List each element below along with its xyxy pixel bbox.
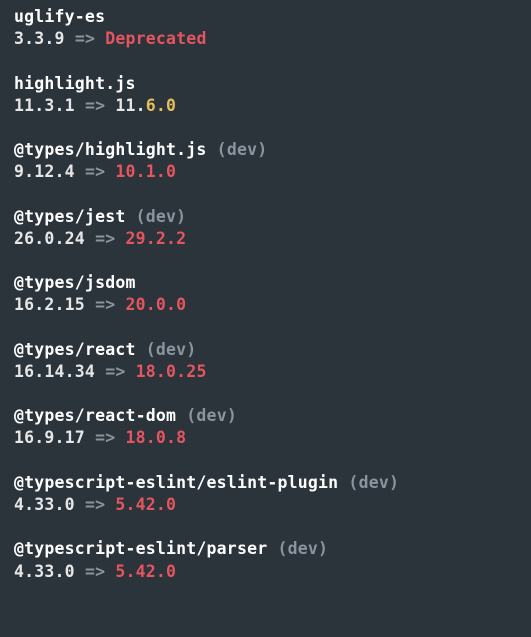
package-name: @typescript-eslint/eslint-plugin <box>14 473 338 492</box>
package-entry: @types/react-dom (dev)16.9.17 => 18.0.8 <box>14 405 517 450</box>
target-version: 11.6.0 <box>115 96 176 115</box>
package-entry: @typescript-eslint/parser (dev)4.33.0 =>… <box>14 538 517 583</box>
current-version: 4.33.0 <box>14 495 75 514</box>
version-line: 26.0.24 => 29.2.2 <box>14 228 517 250</box>
current-version: 16.2.15 <box>14 295 85 314</box>
version-segment: 10.1.0 <box>115 162 176 181</box>
version-line: 16.14.34 => 18.0.25 <box>14 361 517 383</box>
package-name: @types/jest <box>14 207 125 226</box>
version-line: 16.9.17 => 18.0.8 <box>14 427 517 449</box>
package-entry: highlight.js 11.3.1 => 11.6.0 <box>14 73 517 118</box>
package-entry: @types/jsdom 16.2.15 => 20.0.0 <box>14 272 517 317</box>
package-name: @types/highlight.js <box>14 140 207 159</box>
dev-tag: (dev) <box>338 473 399 492</box>
version-segment: 18.0.25 <box>136 362 207 381</box>
version-line: 4.33.0 => 5.42.0 <box>14 561 517 583</box>
version-line: 4.33.0 => 5.42.0 <box>14 494 517 516</box>
version-line: 11.3.1 => 11.6.0 <box>14 95 517 117</box>
package-header: @types/jsdom <box>14 272 517 294</box>
arrow-icon: => <box>85 96 105 115</box>
deprecated-label: Deprecated <box>105 29 206 48</box>
dev-tag: (dev) <box>267 539 328 558</box>
package-entry: @types/jest (dev)26.0.24 => 29.2.2 <box>14 206 517 251</box>
version-segment: 5.42.0 <box>115 562 176 581</box>
current-version: 16.9.17 <box>14 428 85 447</box>
target-version: 10.1.0 <box>115 162 176 181</box>
package-name: @types/react-dom <box>14 406 176 425</box>
package-name: @typescript-eslint/parser <box>14 539 267 558</box>
version-segment: 11. <box>115 96 145 115</box>
target-version: 20.0.0 <box>126 295 187 314</box>
package-header: @types/react-dom (dev) <box>14 405 517 427</box>
current-version: 9.12.4 <box>14 162 75 181</box>
arrow-icon: => <box>85 162 105 181</box>
current-version: 4.33.0 <box>14 562 75 581</box>
version-segment: 5.42.0 <box>115 495 176 514</box>
package-header: @types/jest (dev) <box>14 206 517 228</box>
dev-tag: (dev) <box>176 406 237 425</box>
version-segment: 29.2.2 <box>126 229 187 248</box>
target-version: 18.0.8 <box>126 428 187 447</box>
target-version: 29.2.2 <box>126 229 187 248</box>
target-version: 18.0.25 <box>136 362 207 381</box>
dev-tag: (dev) <box>136 340 197 359</box>
current-version: 3.3.9 <box>14 29 65 48</box>
arrow-icon: => <box>95 295 115 314</box>
package-header: @types/react (dev) <box>14 339 517 361</box>
version-segment: 18.0.8 <box>126 428 187 447</box>
package-entry: @typescript-eslint/eslint-plugin (dev)4.… <box>14 472 517 517</box>
current-version: 16.14.34 <box>14 362 95 381</box>
package-name: @types/react <box>14 340 136 359</box>
version-line: 16.2.15 => 20.0.0 <box>14 294 517 316</box>
version-segment: 6.0 <box>146 96 176 115</box>
arrow-icon: => <box>75 29 95 48</box>
dev-tag: (dev) <box>207 140 268 159</box>
package-header: uglify-es <box>14 6 517 28</box>
arrow-icon: => <box>85 562 105 581</box>
target-version: 5.42.0 <box>115 495 176 514</box>
current-version: 11.3.1 <box>14 96 75 115</box>
package-name: @types/jsdom <box>14 273 136 292</box>
package-name: uglify-es <box>14 7 105 26</box>
package-header: @typescript-eslint/eslint-plugin (dev) <box>14 472 517 494</box>
version-line: 3.3.9 => Deprecated <box>14 28 517 50</box>
current-version: 26.0.24 <box>14 229 85 248</box>
package-name: highlight.js <box>14 74 136 93</box>
arrow-icon: => <box>95 229 115 248</box>
package-entry: uglify-es 3.3.9 => Deprecated <box>14 6 517 51</box>
package-header: @typescript-eslint/parser (dev) <box>14 538 517 560</box>
dev-tag: (dev) <box>125 207 186 226</box>
package-list: uglify-es 3.3.9 => Deprecated highlight.js… <box>14 6 517 583</box>
target-version: 5.42.0 <box>115 562 176 581</box>
package-header: @types/highlight.js (dev) <box>14 139 517 161</box>
arrow-icon: => <box>105 362 125 381</box>
package-entry: @types/react (dev)16.14.34 => 18.0.25 <box>14 339 517 384</box>
arrow-icon: => <box>95 428 115 447</box>
package-header: highlight.js <box>14 73 517 95</box>
package-entry: @types/highlight.js (dev)9.12.4 => 10.1.… <box>14 139 517 184</box>
arrow-icon: => <box>85 495 105 514</box>
version-line: 9.12.4 => 10.1.0 <box>14 161 517 183</box>
version-segment: 20.0.0 <box>126 295 187 314</box>
